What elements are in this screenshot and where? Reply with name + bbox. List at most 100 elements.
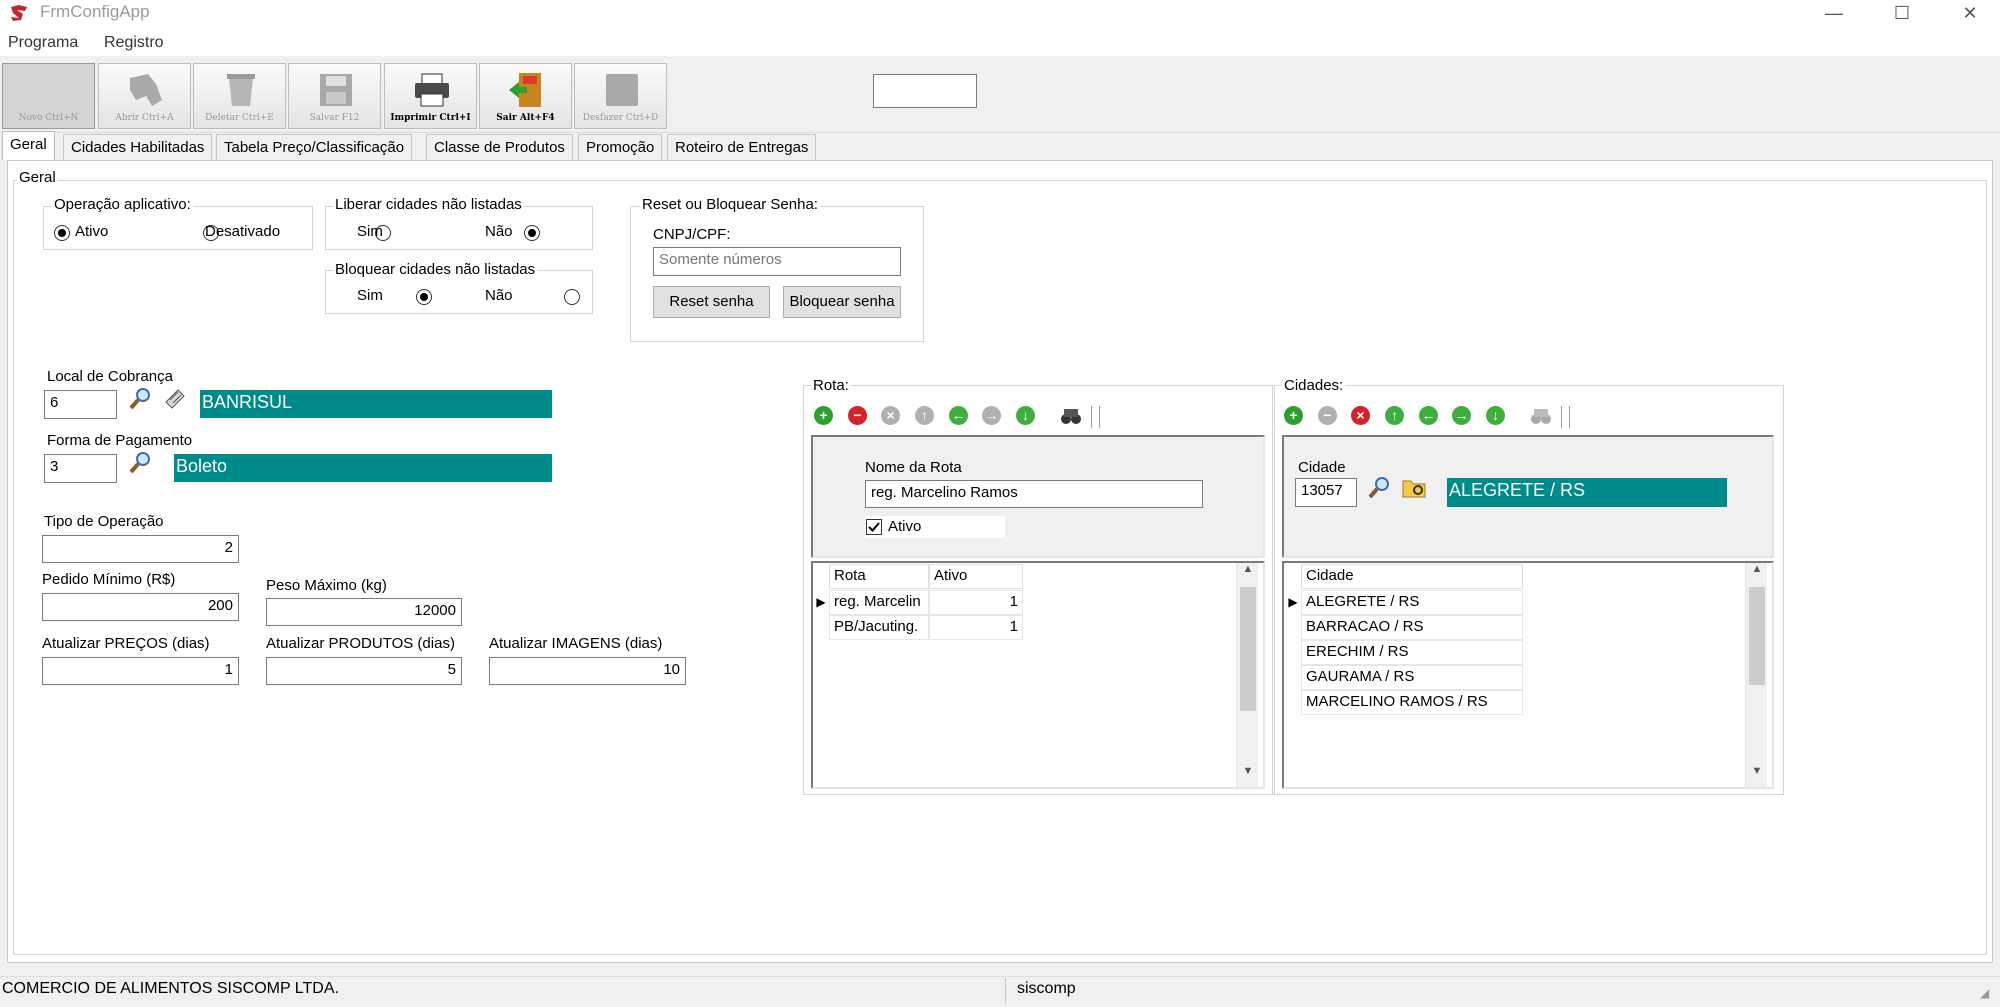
minimize-button[interactable]: — xyxy=(1804,0,1864,28)
atualizar-produtos-label: Atualizar PRODUTOS (dias) xyxy=(266,635,455,652)
cidades-grid-scrollbar[interactable]: ▲ ▼ xyxy=(1745,563,1767,787)
scroll-down-icon[interactable]: ▼ xyxy=(1237,765,1259,785)
cancel-icon[interactable]: × xyxy=(1351,406,1370,425)
scroll-thumb[interactable] xyxy=(1749,587,1765,685)
bloquear-nao-label: Não xyxy=(485,287,513,304)
cidade-name: ALEGRETE / RS xyxy=(1447,478,1727,507)
scroll-down-icon[interactable]: ▼ xyxy=(1746,765,1768,785)
nome-rota-input[interactable]: reg. Marcelino Ramos xyxy=(865,480,1203,508)
tab-geral[interactable]: Geral xyxy=(2,131,55,160)
atualizar-produtos-input[interactable]: 5 xyxy=(266,657,462,685)
reset-senha-button[interactable]: Reset senha xyxy=(653,286,770,318)
bloquear-nao-radio[interactable] xyxy=(563,289,580,306)
maximize-button[interactable]: ☐ xyxy=(1872,0,1932,28)
remove-icon[interactable]: − xyxy=(1318,406,1337,425)
ativo-label: Ativo xyxy=(888,518,922,535)
bloquear-sim-label: Sim xyxy=(357,287,383,304)
bloquear-senha-button[interactable]: Bloquear senha xyxy=(783,286,901,318)
search-icon[interactable] xyxy=(128,386,154,412)
operacao-title: Operação aplicativo: xyxy=(52,196,193,213)
search-icon[interactable] xyxy=(128,450,154,476)
menu-programa[interactable]: Programa xyxy=(8,34,78,52)
undo-button[interactable]: Desfazer Ctrl+D xyxy=(574,63,667,129)
cidade-code-input[interactable]: 13057 xyxy=(1295,478,1357,507)
scroll-up-icon[interactable]: ▲ xyxy=(1746,563,1768,583)
table-row-cidade[interactable]: BARRACAO / RS xyxy=(1301,615,1523,640)
cnpj-input[interactable]: Somente números xyxy=(653,247,901,276)
exit-button-label: Sair Alt+F4 xyxy=(496,113,555,123)
tab-cidades-habilitadas[interactable]: Cidades Habilitadas xyxy=(63,134,213,161)
arrow-right-icon[interactable]: → xyxy=(1452,406,1471,425)
table-row-cidade[interactable]: MARCELINO RAMOS / RS xyxy=(1301,690,1523,715)
save-button-label: Salvar F12 xyxy=(309,113,360,123)
delete-button[interactable]: Deletar Ctrl+E xyxy=(193,63,286,129)
save-button[interactable]: Salvar F12 xyxy=(288,63,381,129)
table-row-rota[interactable]: PB/Jacuting. xyxy=(829,615,929,640)
tab-tabela-preco[interactable]: Tabela Preço/Classificação xyxy=(216,134,413,161)
notes-icon[interactable] xyxy=(162,386,188,412)
tab-classe-produtos[interactable]: Classe de Produtos xyxy=(426,134,573,161)
pedido-minimo-input[interactable]: 200 xyxy=(42,593,239,621)
menu-registro[interactable]: Registro xyxy=(104,34,164,52)
cancel-icon[interactable]: × xyxy=(881,406,900,425)
scroll-thumb[interactable] xyxy=(1240,587,1256,711)
close-button[interactable]: ✕ xyxy=(1940,0,2000,28)
exit-button[interactable]: Sair Alt+F4 xyxy=(479,63,572,129)
table-row-cidade[interactable]: GAURAMA / RS xyxy=(1301,665,1523,690)
peso-maximo-input[interactable]: 12000 xyxy=(266,598,462,626)
operacao-ativo-radio[interactable] xyxy=(54,225,70,242)
reset-title: Reset ou Bloquear Senha: xyxy=(640,196,820,213)
rota-col-header: Rota xyxy=(829,564,929,589)
remove-icon[interactable]: − xyxy=(848,406,867,425)
add-icon[interactable]: + xyxy=(814,406,833,425)
tipo-operacao-input[interactable]: 2 xyxy=(42,535,239,563)
printer-icon xyxy=(415,73,449,107)
add-icon[interactable]: + xyxy=(1284,406,1303,425)
ativo-checkbox[interactable] xyxy=(866,519,882,535)
forma-pagamento-code-input[interactable]: 3 xyxy=(44,454,117,483)
rota-grid-scrollbar[interactable]: ▲ ▼ xyxy=(1236,563,1258,787)
atualizar-imagens-label: Atualizar IMAGENS (dias) xyxy=(489,635,663,652)
liberar-sim-label: Sim xyxy=(357,223,383,240)
binoculars-icon[interactable] xyxy=(1530,406,1552,426)
table-row-ativo[interactable]: 1 xyxy=(929,590,1023,615)
new-button[interactable]: Novo Ctrl+N xyxy=(2,63,95,129)
tab-roteiro-entregas[interactable]: Roteiro de Entregas xyxy=(667,134,817,161)
binoculars-icon[interactable] xyxy=(1060,406,1082,426)
arrow-right-icon[interactable]: → xyxy=(982,406,1001,425)
local-cobranca-name: BANRISUL xyxy=(200,390,552,418)
current-row-indicator-icon: ▶ xyxy=(1288,595,1298,609)
pedido-minimo-label: Pedido Mínimo (R$) xyxy=(42,571,176,588)
bloquear-sim-radio[interactable] xyxy=(415,289,432,306)
undo-button-label: Desfazer Ctrl+D xyxy=(582,113,659,123)
tab-promocao[interactable]: Promoção xyxy=(578,134,663,161)
scroll-up-icon[interactable]: ▲ xyxy=(1237,563,1259,583)
table-row-rota[interactable]: reg. Marcelin xyxy=(829,590,929,615)
arrow-up-icon[interactable]: ↑ xyxy=(1385,406,1404,425)
print-button[interactable]: Imprimir Ctrl+I xyxy=(384,63,477,129)
toolbar-search-input[interactable] xyxy=(873,74,977,108)
atualizar-precos-input[interactable]: 1 xyxy=(42,657,239,685)
liberar-title: Liberar cidades não listadas xyxy=(333,196,524,213)
undo-icon xyxy=(606,74,638,106)
table-row-ativo[interactable]: 1 xyxy=(929,615,1023,640)
arrow-down-icon[interactable]: ↓ xyxy=(1016,406,1035,425)
delete-button-label: Deletar Ctrl+E xyxy=(205,113,274,123)
arrow-left-icon[interactable]: ← xyxy=(949,406,968,425)
open-button[interactable]: Abrir Ctrl+A xyxy=(98,63,191,129)
arrow-left-icon[interactable]: ← xyxy=(1419,406,1438,425)
folder-search-icon[interactable] xyxy=(1401,475,1429,501)
search-icon[interactable] xyxy=(1367,475,1393,501)
table-row-cidade[interactable]: ALEGRETE / RS xyxy=(1301,590,1523,615)
liberar-nao-radio[interactable] xyxy=(523,225,540,242)
status-divider xyxy=(1005,978,1006,1004)
resize-grip-icon[interactable]: ◢ xyxy=(1980,986,1996,1002)
local-cobranca-code-input[interactable]: 6 xyxy=(44,390,117,419)
arrow-up-icon[interactable]: ↑ xyxy=(915,406,934,425)
tipo-operacao-label: Tipo de Operação xyxy=(44,513,164,530)
atualizar-imagens-input[interactable]: 10 xyxy=(489,657,686,685)
arrow-down-icon[interactable]: ↓ xyxy=(1486,406,1505,425)
table-row-cidade[interactable]: ERECHIM / RS xyxy=(1301,640,1523,665)
open-button-label: Abrir Ctrl+A xyxy=(115,113,174,123)
title-bar: FrmConfigApp xyxy=(0,0,2000,28)
